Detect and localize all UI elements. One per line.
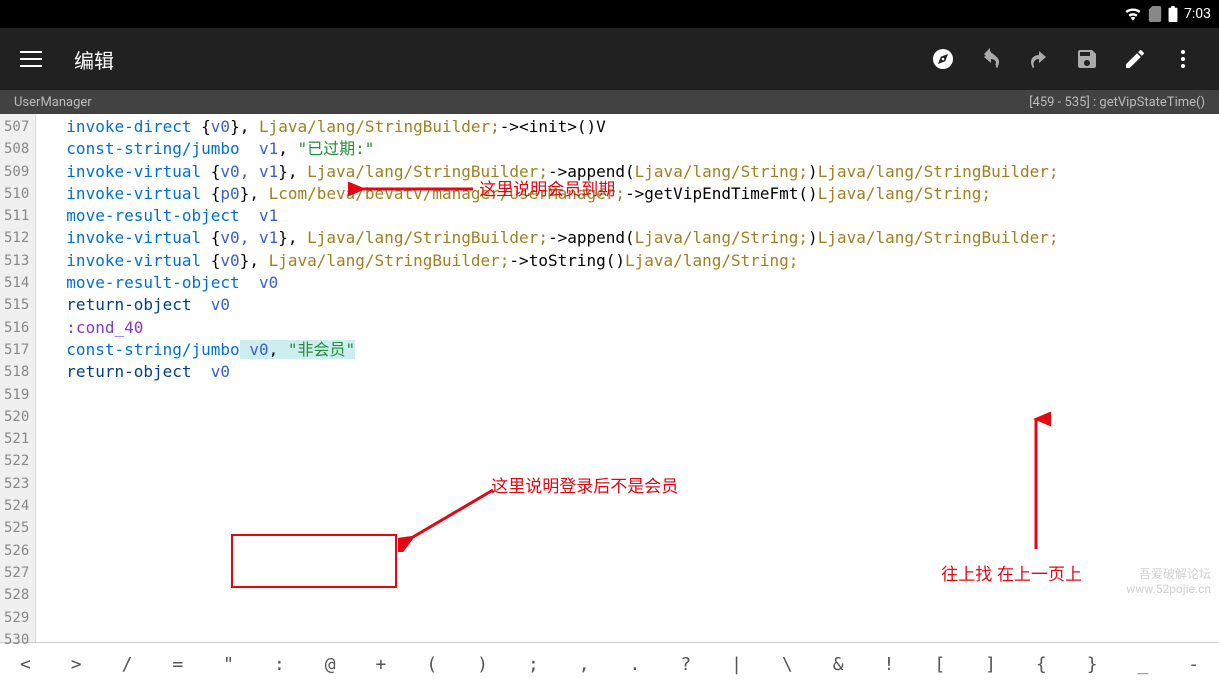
symbol-key[interactable]: / — [102, 644, 153, 685]
symbol-key[interactable]: " — [203, 644, 254, 685]
symbol-key[interactable]: + — [356, 644, 407, 685]
symbol-key[interactable]: [ — [914, 644, 965, 685]
symbol-key[interactable]: | — [711, 644, 762, 685]
overflow-button[interactable] — [1159, 35, 1207, 83]
symbol-key[interactable]: } — [1067, 644, 1118, 685]
save-button[interactable] — [1063, 35, 1111, 83]
symbol-key[interactable]: ! — [864, 644, 915, 685]
code-area[interactable]: invoke-direct {v0}, Ljava/lang/StringBui… — [36, 114, 1219, 642]
symbol-key[interactable]: . — [610, 644, 661, 685]
line-gutter: 5075085095105115125135145155165175185195… — [0, 114, 36, 642]
annotation-box — [231, 534, 397, 588]
symbol-key[interactable]: , — [559, 644, 610, 685]
edit-button[interactable] — [1111, 35, 1159, 83]
symbol-key[interactable]: > — [51, 644, 102, 685]
page-title: 编辑 — [74, 45, 919, 74]
app-bar: 编辑 — [0, 28, 1219, 90]
battery-icon — [1168, 6, 1178, 22]
compass-button[interactable] — [919, 35, 967, 83]
info-bar: UserManager [459 - 535] : getVipStateTim… — [0, 90, 1219, 114]
symbol-key[interactable]: & — [813, 644, 864, 685]
symbol-key[interactable]: ? — [660, 644, 711, 685]
symbol-key[interactable]: = — [152, 644, 203, 685]
wifi-icon — [1124, 7, 1142, 21]
undo-button[interactable] — [967, 35, 1015, 83]
symbol-key[interactable]: ) — [457, 644, 508, 685]
symbol-key[interactable]: - — [1168, 644, 1219, 685]
symbol-key[interactable]: _ — [1118, 644, 1169, 685]
symbol-key[interactable]: ] — [965, 644, 1016, 685]
status-bar: 7:03 — [0, 0, 1219, 28]
sim-icon — [1148, 6, 1162, 22]
cursor-info: [459 - 535] : getVipStateTime() — [1029, 95, 1205, 110]
annotation-arrow-2 — [398, 482, 498, 552]
symbol-key[interactable]: \ — [762, 644, 813, 685]
annotation-text-3: 往上找 在上一页上 — [941, 564, 1082, 586]
code-editor[interactable]: 5075085095105115125135145155165175185195… — [0, 114, 1219, 642]
redo-button[interactable] — [1015, 35, 1063, 83]
symbol-key[interactable]: @ — [305, 644, 356, 685]
annotation-arrow-3 — [1021, 404, 1051, 554]
clock-text: 7:03 — [1184, 6, 1211, 22]
symbol-key[interactable]: : — [254, 644, 305, 685]
menu-button[interactable] — [12, 43, 50, 75]
symbol-row: <>/=":@+();,.?|\&![]{}_- — [0, 642, 1219, 686]
symbol-key[interactable]: ; — [508, 644, 559, 685]
symbol-key[interactable]: ( — [406, 644, 457, 685]
file-name: UserManager — [14, 95, 92, 110]
symbol-key[interactable]: { — [1016, 644, 1067, 685]
annotation-text-2: 这里说明登录后不是会员 — [491, 476, 678, 498]
